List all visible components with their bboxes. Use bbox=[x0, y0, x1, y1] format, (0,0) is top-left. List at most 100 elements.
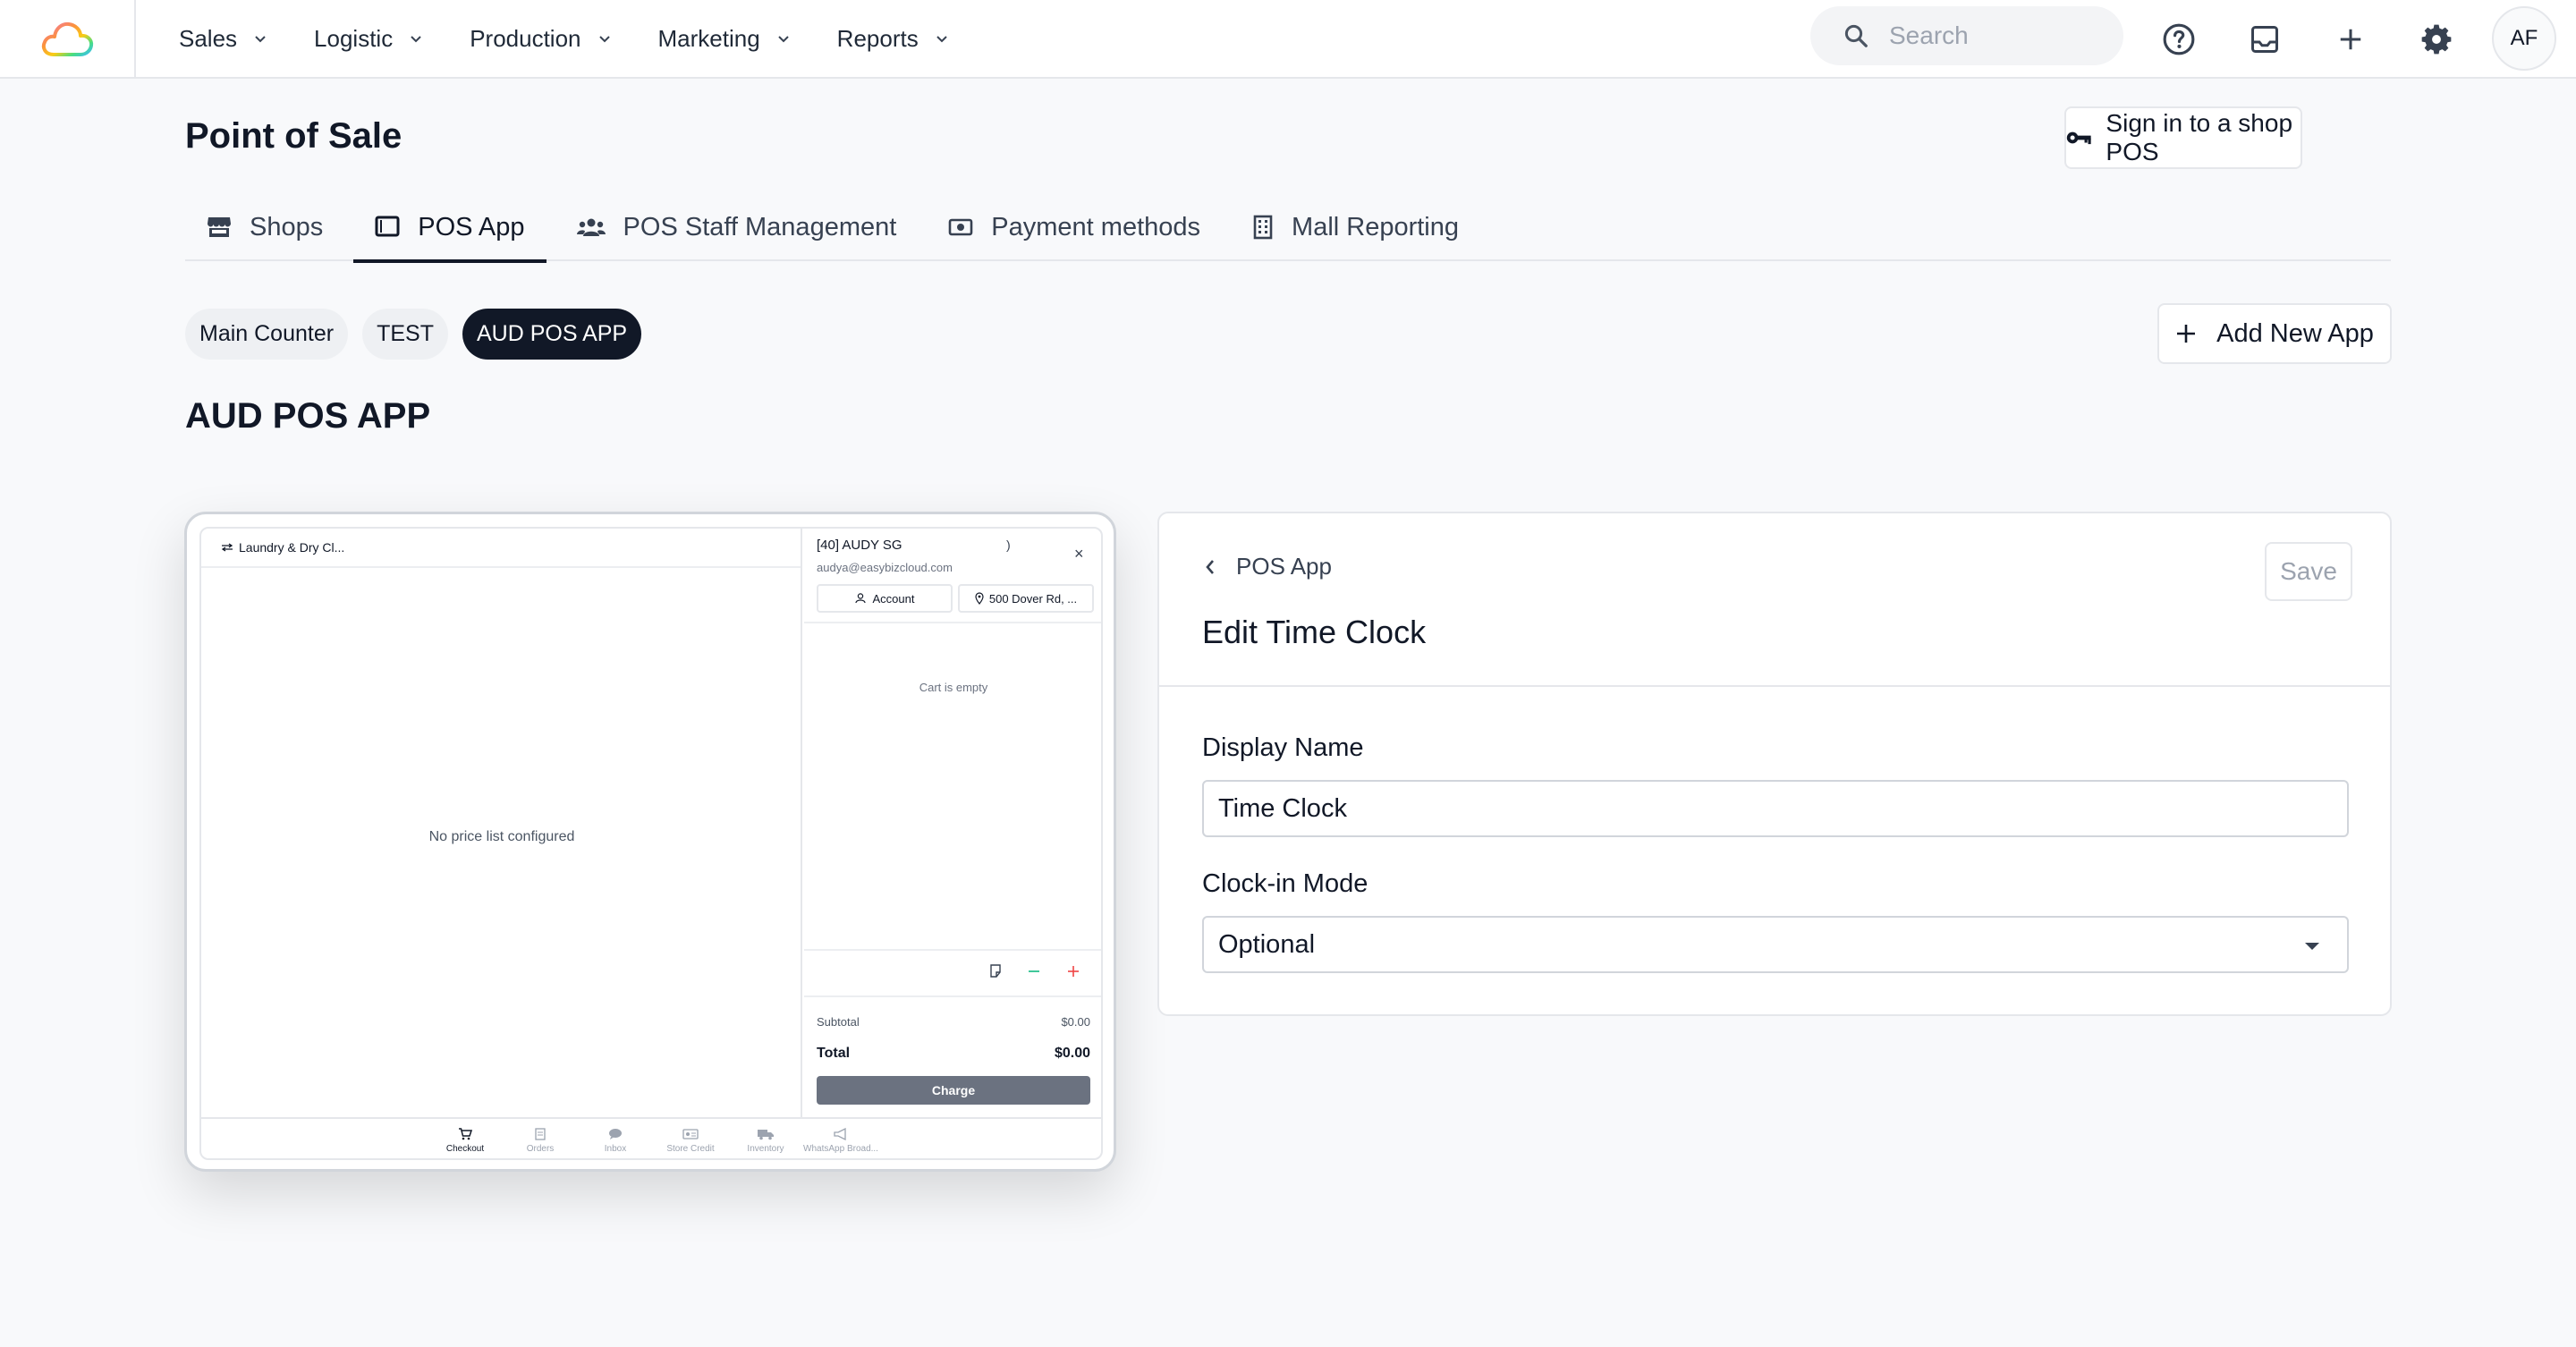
tab-payment-methods[interactable]: Payment methods bbox=[927, 193, 1222, 261]
tab-pos-staff-management-label: POS Staff Management bbox=[623, 212, 897, 241]
help-button[interactable] bbox=[2156, 16, 2202, 63]
pos-tablet-preview: Laundry & Dry Cl... No price list config… bbox=[184, 512, 1116, 1172]
search-placeholder: Search bbox=[1889, 21, 1969, 49]
app-chip-test[interactable]: TEST bbox=[362, 309, 448, 360]
bottom-tab-checkout[interactable]: Checkout bbox=[428, 1127, 503, 1154]
chevron-down-icon bbox=[255, 36, 266, 43]
total-value: $0.00 bbox=[1054, 1046, 1090, 1061]
account-button-label: Account bbox=[872, 591, 915, 606]
page-title: Point of Sale bbox=[185, 116, 402, 156]
decrease-button[interactable] bbox=[1028, 962, 1040, 981]
sign-in-shop-pos-label: Sign in to a shop POS bbox=[2106, 109, 2293, 165]
subtotal-value: $0.00 bbox=[1061, 1015, 1090, 1029]
store-icon bbox=[208, 217, 231, 237]
pos-bottom-nav: Checkout Orders Inbox Store Credit Inven… bbox=[201, 1117, 1101, 1158]
edit-time-clock-panel: POS App Edit Time Clock Save Display Nam… bbox=[1157, 512, 2392, 1016]
pos-tabs: Shops POS App POS Staff Management Payme… bbox=[185, 193, 2391, 263]
id-card-icon bbox=[682, 1128, 699, 1139]
bottom-tab-checkout-label: Checkout bbox=[445, 1143, 485, 1154]
app-selector: Main Counter TEST AUD POS APP bbox=[185, 309, 656, 360]
bottom-tab-whatsapp-broadcast[interactable]: WhatsApp Broad... bbox=[803, 1127, 878, 1154]
minus-icon bbox=[1029, 970, 1039, 972]
create-button[interactable] bbox=[2327, 16, 2374, 63]
tab-mall-reporting-label: Mall Reporting bbox=[1292, 212, 1460, 241]
plus-icon bbox=[1068, 966, 1079, 977]
tab-shops[interactable]: Shops bbox=[185, 193, 344, 261]
sign-in-shop-pos-button[interactable]: Sign in to a shop POS bbox=[2064, 106, 2302, 169]
bottom-tab-store-credit[interactable]: Store Credit bbox=[653, 1128, 728, 1154]
menu-marketing[interactable]: Marketing bbox=[658, 25, 791, 53]
app-chip-aud-pos-app[interactable]: AUD POS APP bbox=[462, 309, 642, 360]
no-price-list-message: No price list configured bbox=[428, 829, 575, 844]
tablet-icon bbox=[375, 216, 400, 237]
chevron-down-icon bbox=[777, 36, 789, 43]
location-pin-icon bbox=[975, 592, 984, 605]
tab-mall-reporting[interactable]: Mall Reporting bbox=[1231, 193, 1480, 261]
menu-sales[interactable]: Sales bbox=[179, 25, 267, 53]
switch-arrows-icon bbox=[221, 543, 233, 552]
display-name-input[interactable]: Time Clock bbox=[1202, 780, 2349, 837]
app-logo[interactable] bbox=[0, 0, 136, 77]
user-avatar[interactable]: AF bbox=[2492, 6, 2556, 71]
building-icon bbox=[1253, 215, 1273, 240]
bottom-tab-orders[interactable]: Orders bbox=[503, 1127, 578, 1154]
app-chip-main-counter[interactable]: Main Counter bbox=[185, 309, 349, 360]
tab-payment-methods-label: Payment methods bbox=[991, 212, 1201, 241]
cart-divider bbox=[804, 949, 1101, 951]
menu-logistic[interactable]: Logistic bbox=[314, 25, 423, 53]
bottom-tab-inbox[interactable]: Inbox bbox=[578, 1128, 653, 1154]
user-icon bbox=[854, 593, 866, 604]
clear-customer-button[interactable]: × bbox=[1074, 545, 1084, 563]
subtotal-row: Subtotal $0.00 bbox=[817, 1015, 1090, 1029]
edit-panel-title: Edit Time Clock bbox=[1202, 614, 1427, 650]
shop-selector[interactable]: Laundry & Dry Cl... bbox=[201, 529, 801, 568]
search-input[interactable]: Search bbox=[1810, 6, 2123, 65]
gear-icon bbox=[2421, 24, 2452, 55]
chat-bubble-icon bbox=[609, 1128, 622, 1139]
chevron-down-icon bbox=[936, 36, 947, 43]
tab-pos-app-label: POS App bbox=[418, 212, 525, 241]
users-icon bbox=[576, 218, 606, 236]
settings-button[interactable] bbox=[2413, 16, 2460, 63]
panel-divider bbox=[1159, 685, 2390, 687]
add-new-app-button[interactable]: Add New App bbox=[2157, 303, 2392, 364]
bottom-tab-inventory[interactable]: Inventory bbox=[728, 1128, 803, 1154]
note-button[interactable] bbox=[988, 962, 1004, 981]
menu-reports[interactable]: Reports bbox=[837, 25, 949, 53]
display-name-value: Time Clock bbox=[1218, 793, 1347, 823]
menu-reports-label: Reports bbox=[836, 24, 919, 52]
address-button[interactable]: 500 Dover Rd, ... bbox=[958, 584, 1094, 613]
chevron-left-icon bbox=[1206, 559, 1214, 574]
note-icon bbox=[990, 964, 1001, 978]
clockin-mode-select[interactable]: Optional bbox=[1202, 916, 2349, 973]
account-button[interactable]: Account bbox=[817, 584, 953, 613]
tab-pos-staff-management[interactable]: POS Staff Management bbox=[555, 193, 919, 261]
main-menu: Sales Logistic Production Marketing Repo… bbox=[179, 25, 996, 53]
customer-caret: ) bbox=[1006, 538, 1011, 552]
bottom-tab-whatsapp-broadcast-label: WhatsApp Broad... bbox=[803, 1143, 878, 1154]
help-icon bbox=[2163, 23, 2195, 55]
avatar-initials: AF bbox=[2510, 26, 2538, 50]
inbox-icon bbox=[2251, 26, 2278, 53]
caret-down-icon bbox=[2305, 943, 2319, 950]
subtotal-label: Subtotal bbox=[817, 1015, 860, 1029]
customer-name[interactable]: [40] AUDY SG bbox=[817, 538, 902, 553]
menu-production-label: Production bbox=[470, 24, 581, 52]
menu-production[interactable]: Production bbox=[470, 25, 611, 53]
clockin-mode-label: Clock-in Mode bbox=[1202, 869, 1368, 898]
back-link-label: POS App bbox=[1236, 553, 1332, 580]
charge-button[interactable]: Charge bbox=[817, 1076, 1090, 1105]
tab-pos-app[interactable]: POS App bbox=[353, 193, 547, 263]
bottom-tab-inventory-label: Inventory bbox=[747, 1143, 784, 1154]
display-name-label: Display Name bbox=[1202, 733, 1364, 762]
totals-divider bbox=[804, 995, 1101, 997]
back-to-pos-app-link[interactable]: POS App bbox=[1204, 553, 1332, 580]
increase-button[interactable] bbox=[1067, 962, 1080, 981]
receipt-icon bbox=[535, 1127, 546, 1140]
inbox-button[interactable] bbox=[2241, 16, 2288, 63]
save-button[interactable]: Save bbox=[2265, 542, 2352, 601]
customer-email: audya@easybizcloud.com bbox=[817, 561, 953, 574]
cloud-logo-icon bbox=[41, 21, 94, 56]
clockin-mode-value: Optional bbox=[1218, 929, 1316, 959]
bottom-tab-orders-label: Orders bbox=[526, 1143, 555, 1154]
